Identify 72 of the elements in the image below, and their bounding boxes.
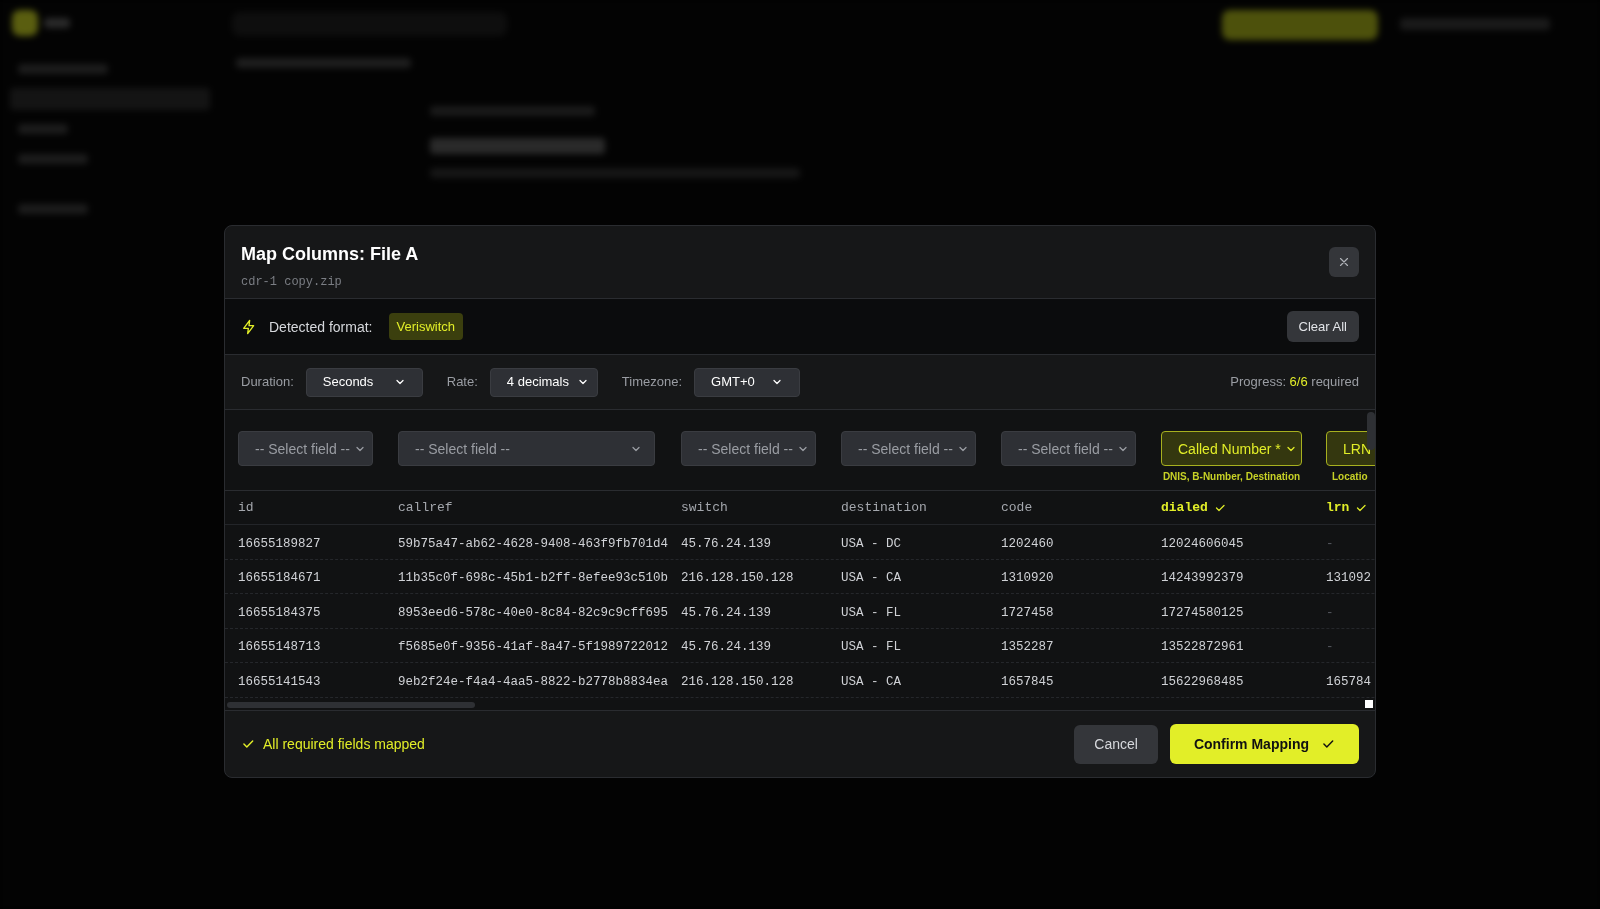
close-icon bbox=[1337, 255, 1351, 269]
cancel-button[interactable]: Cancel bbox=[1074, 724, 1158, 764]
modal-title: Map Columns: File A bbox=[241, 243, 419, 266]
confirm-mapping-button[interactable]: Confirm Mapping bbox=[1169, 724, 1359, 764]
table-cell: 15622968485 bbox=[1161, 674, 1244, 689]
table-cell: 16655184671 bbox=[238, 571, 321, 586]
close-button[interactable] bbox=[1329, 247, 1359, 277]
table-cell: 16655148713 bbox=[238, 640, 321, 655]
field-select[interactable]: -- Select field -- bbox=[398, 431, 655, 466]
column-header: callref bbox=[398, 498, 453, 517]
option-label: Timezone: bbox=[621, 373, 683, 392]
table-cell: USA - FL bbox=[841, 605, 901, 620]
table-cell: 16655141543 bbox=[238, 674, 321, 689]
column-header: lrn bbox=[1326, 498, 1350, 517]
scrollbar-corner bbox=[1365, 700, 1373, 708]
option-dropdown[interactable]: Seconds bbox=[305, 367, 423, 397]
table-cell: 11b35c0f-698c-45b1-b2ff-8efee93c510b bbox=[398, 571, 669, 586]
table-cell: 59b75a47-ab62-4628-9408-463f9fb701d4 bbox=[398, 536, 669, 551]
table-cell: 1352287 bbox=[1001, 640, 1054, 655]
progress-text: Progress: 6/6 required bbox=[1230, 373, 1359, 392]
column-header: switch bbox=[681, 498, 728, 517]
check-icon bbox=[1321, 737, 1335, 751]
table-cell: 216.128.150.128 bbox=[681, 674, 794, 689]
column-header: dialed bbox=[1161, 498, 1208, 517]
table-cell: USA - CA bbox=[841, 674, 901, 689]
table-cell: 45.76.24.139 bbox=[681, 640, 771, 655]
column-header: destination bbox=[841, 498, 927, 517]
check-icon bbox=[241, 737, 255, 751]
table-cell: 131092 bbox=[1326, 571, 1371, 586]
table-cell: 16655184375 bbox=[238, 605, 321, 620]
lightning-icon bbox=[241, 318, 257, 335]
table-cell: 1657845 bbox=[1001, 674, 1054, 689]
table-cell: 216.128.150.128 bbox=[681, 571, 794, 586]
format-badge: Veriswitch bbox=[388, 312, 464, 341]
field-select[interactable]: -- Select field -- bbox=[841, 431, 976, 466]
field-select[interactable]: -- Select field -- bbox=[681, 431, 816, 466]
table-cell: 14243992379 bbox=[1161, 571, 1244, 586]
table-cell: 165784 bbox=[1326, 674, 1371, 689]
table-cell: 8953eed6-578c-40e0-8c84-82c9c9cff695 bbox=[398, 605, 669, 620]
table-cell: 12024606045 bbox=[1161, 536, 1244, 551]
table-cell: 45.76.24.139 bbox=[681, 536, 771, 551]
table-cell: 45.76.24.139 bbox=[681, 605, 771, 620]
table-cell: - bbox=[1326, 605, 1334, 620]
table-cell: - bbox=[1326, 536, 1334, 551]
table-cell: 16655189827 bbox=[238, 536, 321, 551]
clear-all-button[interactable]: Clear All bbox=[1286, 311, 1359, 342]
field-hint: DNIS, B-Number, Destination bbox=[1161, 470, 1302, 484]
table-cell: 1310920 bbox=[1001, 571, 1054, 586]
option-label: Rate: bbox=[446, 373, 478, 392]
option-dropdown[interactable]: GMT+0 bbox=[694, 367, 801, 397]
option-dropdown[interactable]: 4 decimals bbox=[489, 367, 598, 397]
column-header: code bbox=[1001, 498, 1033, 517]
horizontal-scrollbar[interactable] bbox=[227, 702, 475, 708]
column-header: id bbox=[238, 498, 254, 517]
table-cell: USA - FL bbox=[841, 640, 901, 655]
table-cell: 9eb2f24e-f4a4-4aa5-8822-b2778b8834ea bbox=[398, 674, 669, 689]
table-cell: 13522872961 bbox=[1161, 640, 1244, 655]
option-label: Duration: bbox=[241, 373, 294, 392]
table-cell: 1202460 bbox=[1001, 536, 1054, 551]
field-select[interactable]: -- Select field -- bbox=[238, 431, 373, 466]
field-select[interactable]: -- Select field -- bbox=[1001, 431, 1136, 466]
table-cell: 1727458 bbox=[1001, 605, 1054, 620]
detected-format-label: Detected format: bbox=[269, 317, 373, 337]
table-cell: USA - DC bbox=[841, 536, 901, 551]
status-text: All required fields mapped bbox=[263, 735, 425, 754]
field-select[interactable]: Called Number * bbox=[1161, 431, 1302, 466]
table-cell: f5685e0f-9356-41af-8a47-5f1989722012 bbox=[398, 640, 669, 655]
field-hint: Locatio bbox=[1331, 470, 1368, 484]
file-name: cdr-1 copy.zip bbox=[241, 274, 343, 290]
table-cell: - bbox=[1326, 640, 1334, 655]
table-cell: 17274580125 bbox=[1161, 605, 1244, 620]
table-cell: USA - CA bbox=[841, 571, 901, 586]
